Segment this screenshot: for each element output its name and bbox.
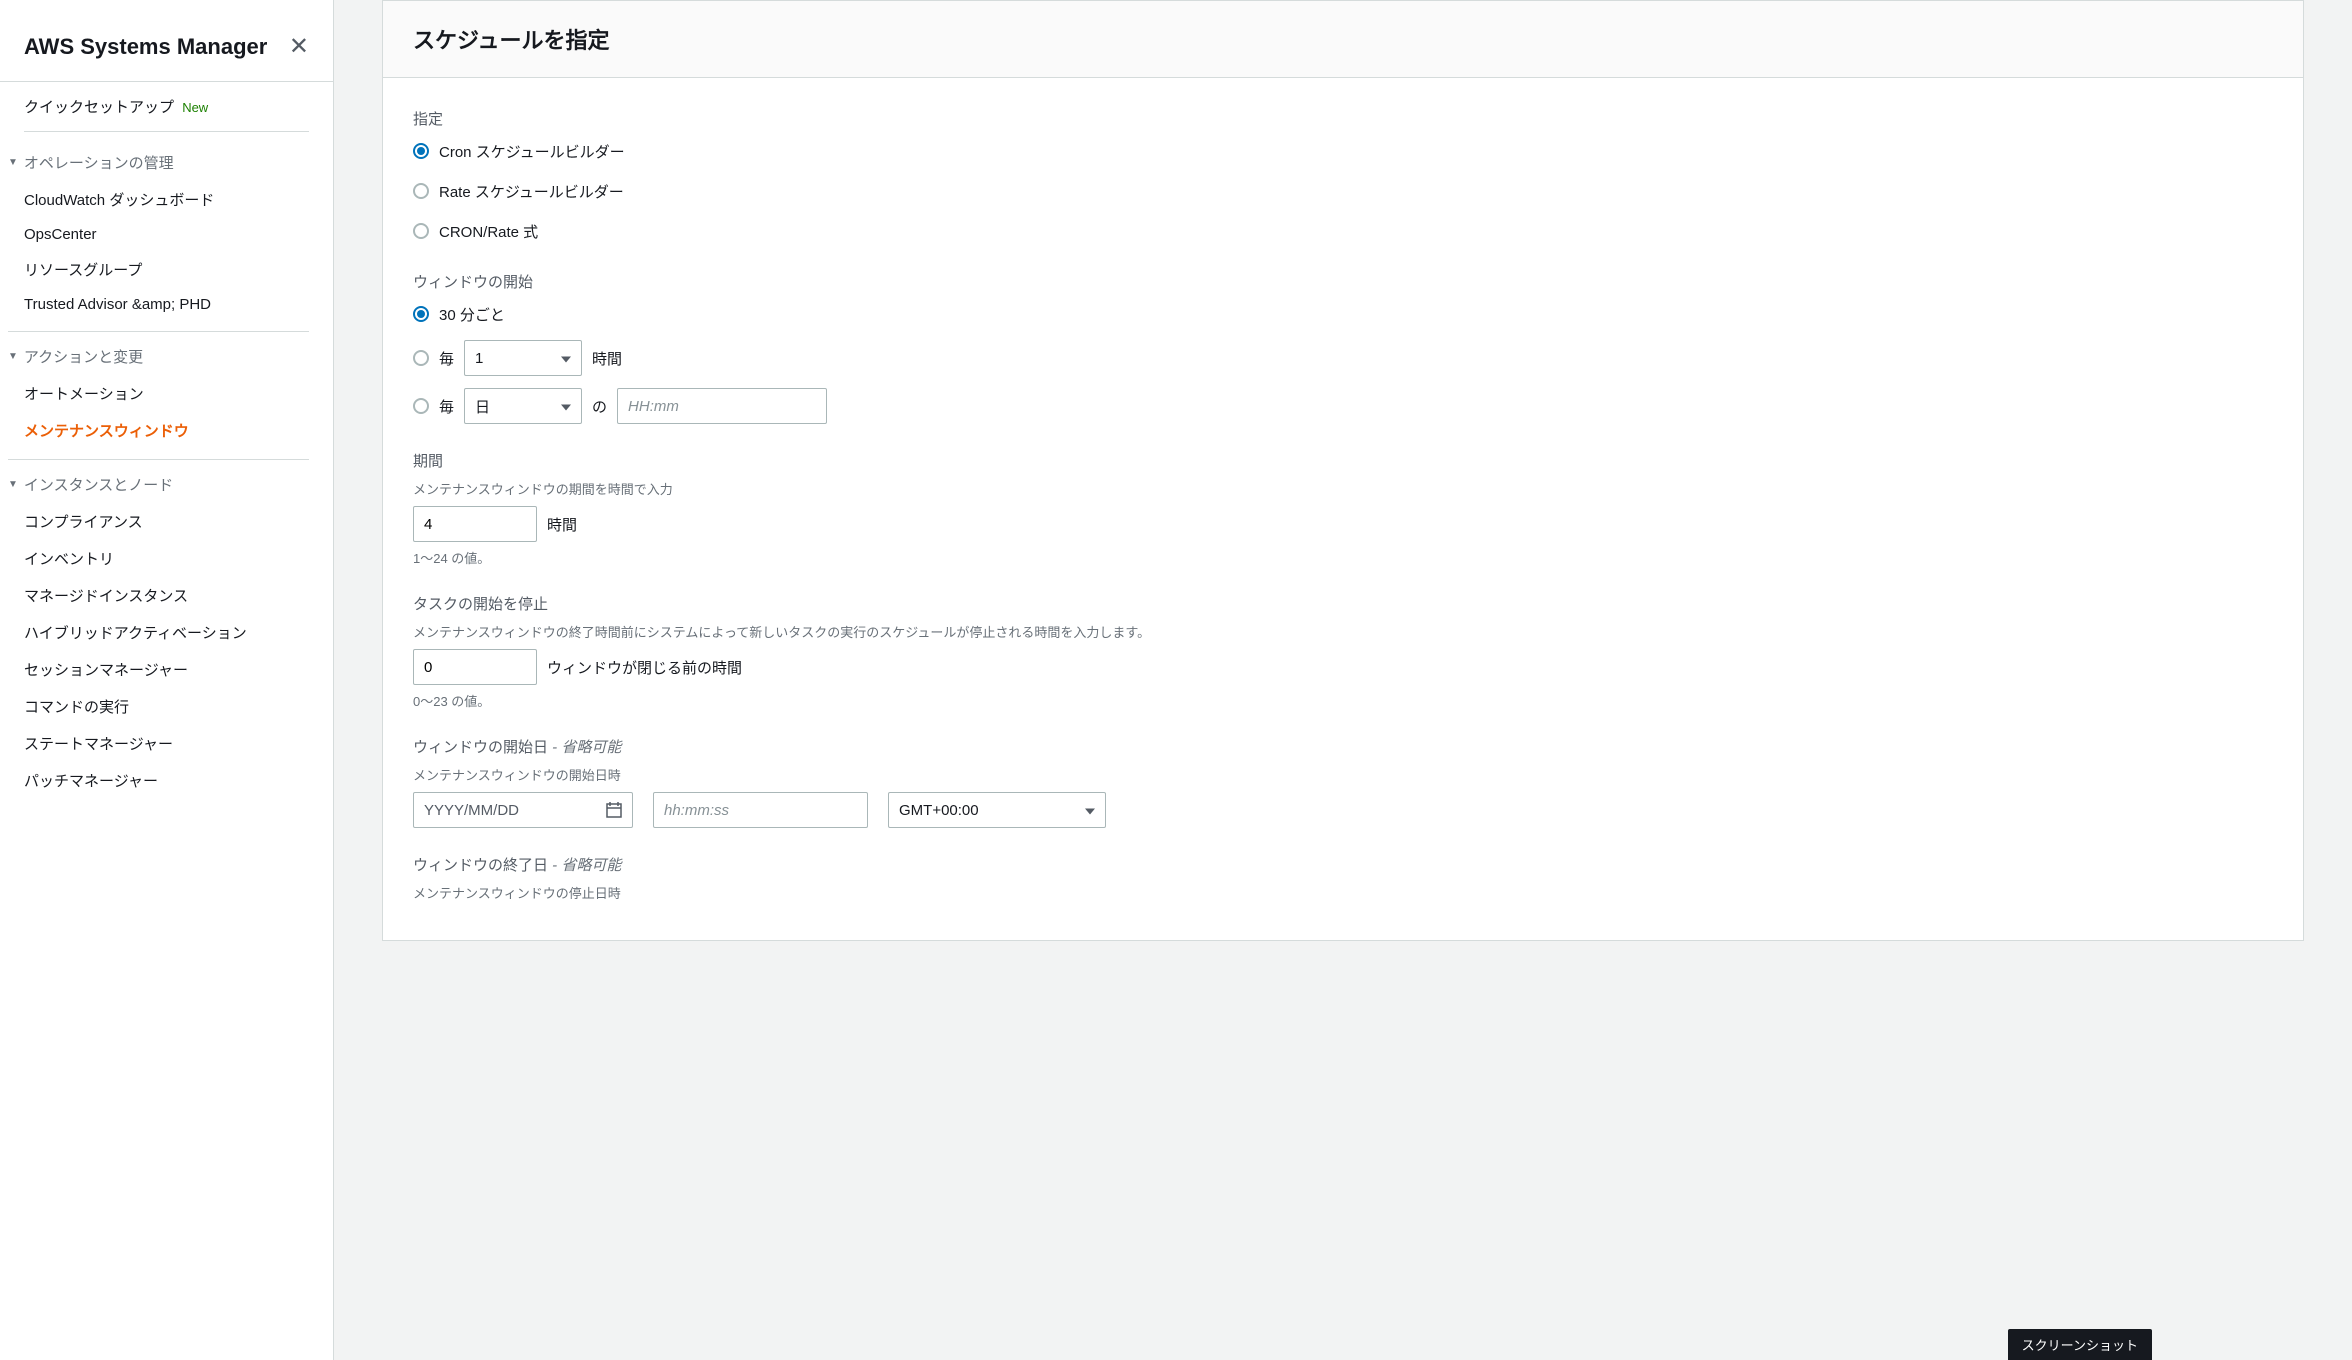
sidebar-item-resource-groups[interactable]: リソースグループ — [24, 251, 309, 288]
screenshot-tooltip: スクリーンショット — [2008, 1329, 2152, 1360]
duration-constraint: 1〜24 の値。 — [413, 548, 2273, 567]
sidebar-item-inventory[interactable]: インベントリ — [24, 540, 309, 577]
panel-header: スケジュールを指定 — [383, 1, 2303, 78]
start-time-input[interactable] — [653, 792, 868, 828]
sidebar-item-compliance[interactable]: コンプライアンス — [24, 503, 309, 540]
end-date-group: ウィンドウの終了日 - 省略可能 メンテナンスウィンドウの停止日時 — [413, 854, 2273, 902]
start-date-hint: メンテナンスウィンドウの開始日時 — [413, 765, 2273, 784]
sidebar-item-run-command[interactable]: コマンドの実行 — [24, 688, 309, 725]
sidebar: AWS Systems Manager ✕ クイックセットアップ New ▼ オ… — [0, 0, 334, 1360]
sidebar-section-instances[interactable]: ▼ インスタンスとノード — [8, 460, 309, 503]
end-date-label: ウィンドウの終了日 - 省略可能 — [413, 854, 2273, 875]
duration-input[interactable] — [413, 506, 537, 542]
window-start-group: ウィンドウの開始 30 分ごと 毎 1 時間 毎 — [413, 271, 2273, 424]
chevron-down-icon: ▼ — [8, 351, 18, 362]
stop-tasks-hint: メンテナンスウィンドウの終了時間前にシステムによって新しいタスクの実行のスケジュ… — [413, 622, 2273, 641]
timezone-select[interactable]: GMT+00:00 — [888, 792, 1106, 828]
sidebar-item-maintenance-window[interactable]: メンテナンスウィンドウ — [24, 412, 309, 449]
every-n-select[interactable]: 1 — [464, 340, 582, 376]
panel-title: スケジュールを指定 — [413, 23, 2273, 55]
sidebar-item-hybrid-activation[interactable]: ハイブリッドアクティベーション — [24, 614, 309, 651]
sidebar-section-ops[interactable]: ▼ オペレーションの管理 — [8, 138, 309, 181]
every-day-select[interactable]: 日 — [464, 388, 582, 424]
calendar-icon — [606, 802, 622, 818]
radio-every-n[interactable] — [413, 350, 429, 366]
window-start-label: ウィンドウの開始 — [413, 271, 2273, 292]
new-badge: New — [182, 100, 208, 115]
start-date-group: ウィンドウの開始日 - 省略可能 メンテナンスウィンドウの開始日時 YYYY/M… — [413, 736, 2273, 828]
radio-cron-rate-expr[interactable] — [413, 223, 429, 239]
radio-every-day[interactable] — [413, 398, 429, 414]
close-icon[interactable]: ✕ — [289, 32, 309, 61]
specify-label: 指定 — [413, 108, 2273, 129]
main-content: スケジュールを指定 指定 Cron スケジュールビルダー Rate スケジュール… — [334, 0, 2352, 1360]
schedule-panel: スケジュールを指定 指定 Cron スケジュールビルダー Rate スケジュール… — [382, 0, 2304, 941]
sidebar-item-state-manager[interactable]: ステートマネージャー — [24, 725, 309, 762]
sidebar-section-actions[interactable]: ▼ アクションと変更 — [8, 332, 309, 375]
sidebar-item-automation[interactable]: オートメーション — [24, 375, 309, 412]
duration-label: 期間 — [413, 450, 2273, 471]
radio-30min[interactable] — [413, 306, 429, 322]
stop-tasks-group: タスクの開始を停止 メンテナンスウィンドウの終了時間前にシステムによって新しいタ… — [413, 593, 2273, 710]
start-date-picker[interactable]: YYYY/MM/DD — [413, 792, 633, 828]
duration-hint: メンテナンスウィンドウの期間を時間で入力 — [413, 479, 2273, 498]
sidebar-item-cloudwatch[interactable]: CloudWatch ダッシュボード — [24, 181, 309, 218]
sidebar-item-managed-instances[interactable]: マネージドインスタンス — [24, 577, 309, 614]
stop-tasks-constraint: 0〜23 の値。 — [413, 691, 2273, 710]
sidebar-item-trusted-advisor[interactable]: Trusted Advisor &amp; PHD — [24, 288, 309, 321]
sidebar-item-patch-manager[interactable]: パッチマネージャー — [24, 762, 309, 799]
sidebar-item-session-manager[interactable]: セッションマネージャー — [24, 651, 309, 688]
start-date-label: ウィンドウの開始日 - 省略可能 — [413, 736, 2273, 757]
stop-tasks-input[interactable] — [413, 649, 537, 685]
sidebar-header: AWS Systems Manager ✕ — [0, 20, 333, 82]
sidebar-item-opscenter[interactable]: OpsCenter — [24, 218, 309, 251]
sidebar-quick-setup[interactable]: クイックセットアップ New — [24, 96, 309, 132]
radio-rate-builder[interactable] — [413, 183, 429, 199]
sidebar-title: AWS Systems Manager — [24, 34, 267, 60]
stop-tasks-label: タスクの開始を停止 — [413, 593, 2273, 614]
chevron-down-icon: ▼ — [8, 157, 18, 168]
time-input[interactable] — [617, 388, 827, 424]
chevron-down-icon: ▼ — [8, 479, 18, 490]
radio-cron-builder[interactable] — [413, 143, 429, 159]
specify-group: 指定 Cron スケジュールビルダー Rate スケジュールビルダー CRON/… — [413, 108, 2273, 245]
end-date-hint: メンテナンスウィンドウの停止日時 — [413, 883, 2273, 902]
duration-group: 期間 メンテナンスウィンドウの期間を時間で入力 時間 1〜24 の値。 — [413, 450, 2273, 567]
